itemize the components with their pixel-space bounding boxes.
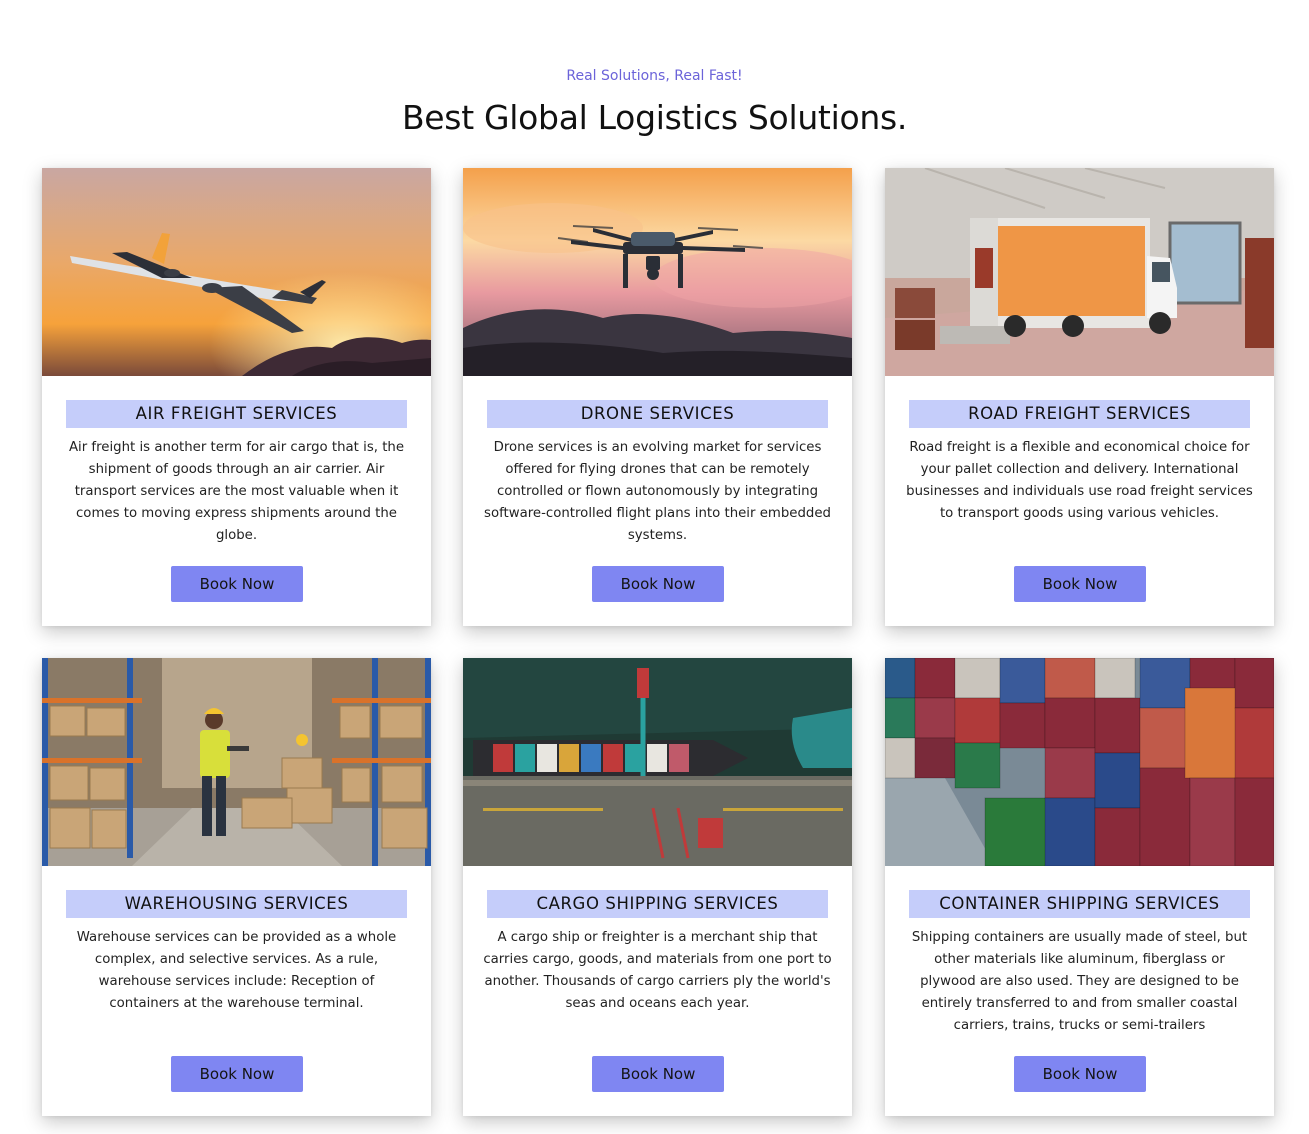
card-description: Warehouse services can be provided as a … [76, 930, 397, 1011]
book-now-button[interactable]: Book Now [592, 566, 724, 602]
card-title: AIR FREIGHT SERVICES [66, 400, 407, 428]
card-description: Road freight is a flexible and economica… [906, 440, 1253, 521]
book-now-button[interactable]: Book Now [171, 566, 303, 602]
warehouse-worker-photo [42, 658, 431, 866]
stacked-containers-photo [885, 658, 1274, 866]
book-now-button[interactable]: Book Now [592, 1056, 724, 1092]
airplane-sunset-photo [42, 168, 431, 376]
card-description: Shipping containers are usually made of … [911, 930, 1248, 1033]
service-card-cargo-shipping: CARGO SHIPPING SERVICES A cargo ship or … [463, 658, 852, 1116]
service-card-container-shipping: CONTAINER SHIPPING SERVICES Shipping con… [885, 658, 1274, 1116]
section-tagline: Real Solutions, Real Fast! [566, 68, 743, 84]
cargo-ship-port-aerial-photo [463, 658, 852, 866]
service-card-warehousing: WAREHOUSING SERVICES Warehouse services … [42, 658, 431, 1116]
card-title: ROAD FREIGHT SERVICES [909, 400, 1250, 428]
book-now-button[interactable]: Book Now [1014, 1056, 1146, 1092]
card-description: A cargo ship or freighter is a merchant … [483, 930, 832, 1011]
card-description: Air freight is another term for air carg… [68, 440, 405, 543]
card-title: CONTAINER SHIPPING SERVICES [909, 890, 1250, 918]
service-card-road-freight: ROAD FREIGHT SERVICES Road freight is a … [885, 168, 1274, 626]
card-description: Drone services is an evolving market for… [484, 440, 831, 543]
delivery-truck-warehouse-photo [885, 168, 1274, 376]
card-title: DRONE SERVICES [487, 400, 828, 428]
card-title: WAREHOUSING SERVICES [66, 890, 407, 918]
service-card-air-freight: AIR FREIGHT SERVICES Air freight is anot… [42, 168, 431, 626]
drone-sunset-photo [463, 168, 852, 376]
section-title: Best Global Logistics Solutions. [401, 98, 908, 137]
service-card-drone: DRONE SERVICES Drone services is an evol… [463, 168, 852, 626]
card-title: CARGO SHIPPING SERVICES [487, 890, 828, 918]
book-now-button[interactable]: Book Now [1014, 566, 1146, 602]
book-now-button[interactable]: Book Now [171, 1056, 303, 1092]
